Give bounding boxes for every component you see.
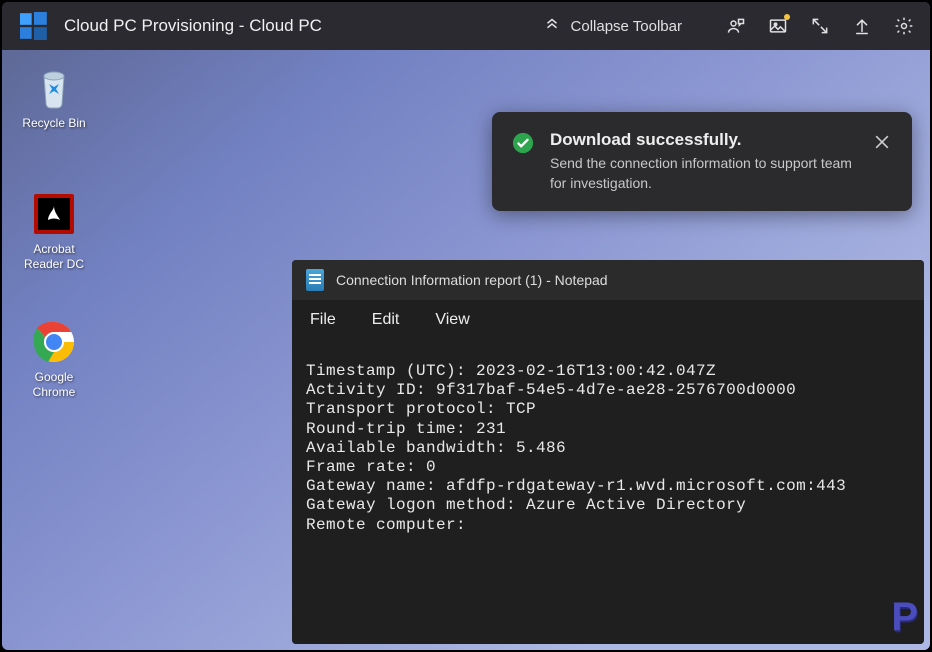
desktop: Recycle Bin Acrobat Reader DC Google Chr… bbox=[2, 50, 930, 650]
toast-message: Send the connection information to suppo… bbox=[550, 154, 856, 193]
toolbar: Cloud PC Provisioning - Cloud PC Collaps… bbox=[2, 2, 930, 50]
toast-title: Download successfully. bbox=[550, 130, 856, 150]
watermark-logo: P bbox=[891, 595, 916, 640]
notification-dot-icon bbox=[784, 14, 790, 20]
notepad-title: Connection Information report (1) - Note… bbox=[336, 272, 608, 288]
recycle-bin-label: Recycle Bin bbox=[22, 116, 85, 131]
image-icon[interactable] bbox=[768, 16, 788, 36]
acrobat-reader-icon[interactable]: Acrobat Reader DC bbox=[14, 190, 94, 272]
collapse-toolbar-button[interactable]: Collapse Toolbar bbox=[533, 9, 692, 43]
acrobat-label: Acrobat Reader DC bbox=[14, 242, 94, 272]
notepad-menu: File Edit View bbox=[292, 300, 924, 340]
menu-edit[interactable]: Edit bbox=[372, 311, 400, 329]
collapse-toolbar-label: Collapse Toolbar bbox=[571, 18, 682, 35]
google-chrome-icon[interactable]: Google Chrome bbox=[14, 318, 94, 400]
menu-view[interactable]: View bbox=[435, 311, 469, 329]
gear-icon[interactable] bbox=[894, 16, 914, 36]
toast-close-button[interactable] bbox=[872, 132, 892, 152]
recycle-bin-icon[interactable]: Recycle Bin bbox=[14, 64, 94, 131]
notepad-app-icon bbox=[306, 269, 324, 291]
download-toast: Download successfully. Send the connecti… bbox=[492, 112, 912, 211]
notepad-window: Connection Information report (1) - Note… bbox=[292, 260, 924, 644]
trash-icon bbox=[30, 64, 78, 112]
upload-icon[interactable] bbox=[852, 16, 872, 36]
person-feedback-icon[interactable] bbox=[726, 16, 746, 36]
chrome-icon bbox=[30, 318, 78, 366]
chevron-double-up-icon bbox=[543, 15, 561, 37]
acrobat-icon bbox=[30, 190, 78, 238]
success-check-icon bbox=[512, 132, 534, 154]
windows-logo-icon[interactable] bbox=[18, 10, 50, 42]
chrome-label: Google Chrome bbox=[14, 370, 94, 400]
notepad-titlebar[interactable]: Connection Information report (1) - Note… bbox=[292, 260, 924, 300]
toolbar-title: Cloud PC Provisioning - Cloud PC bbox=[64, 16, 322, 36]
menu-file[interactable]: File bbox=[310, 311, 336, 329]
fullscreen-icon[interactable] bbox=[810, 16, 830, 36]
notepad-content[interactable]: Timestamp (UTC): 2023-02-16T13:00:42.047… bbox=[292, 340, 924, 644]
